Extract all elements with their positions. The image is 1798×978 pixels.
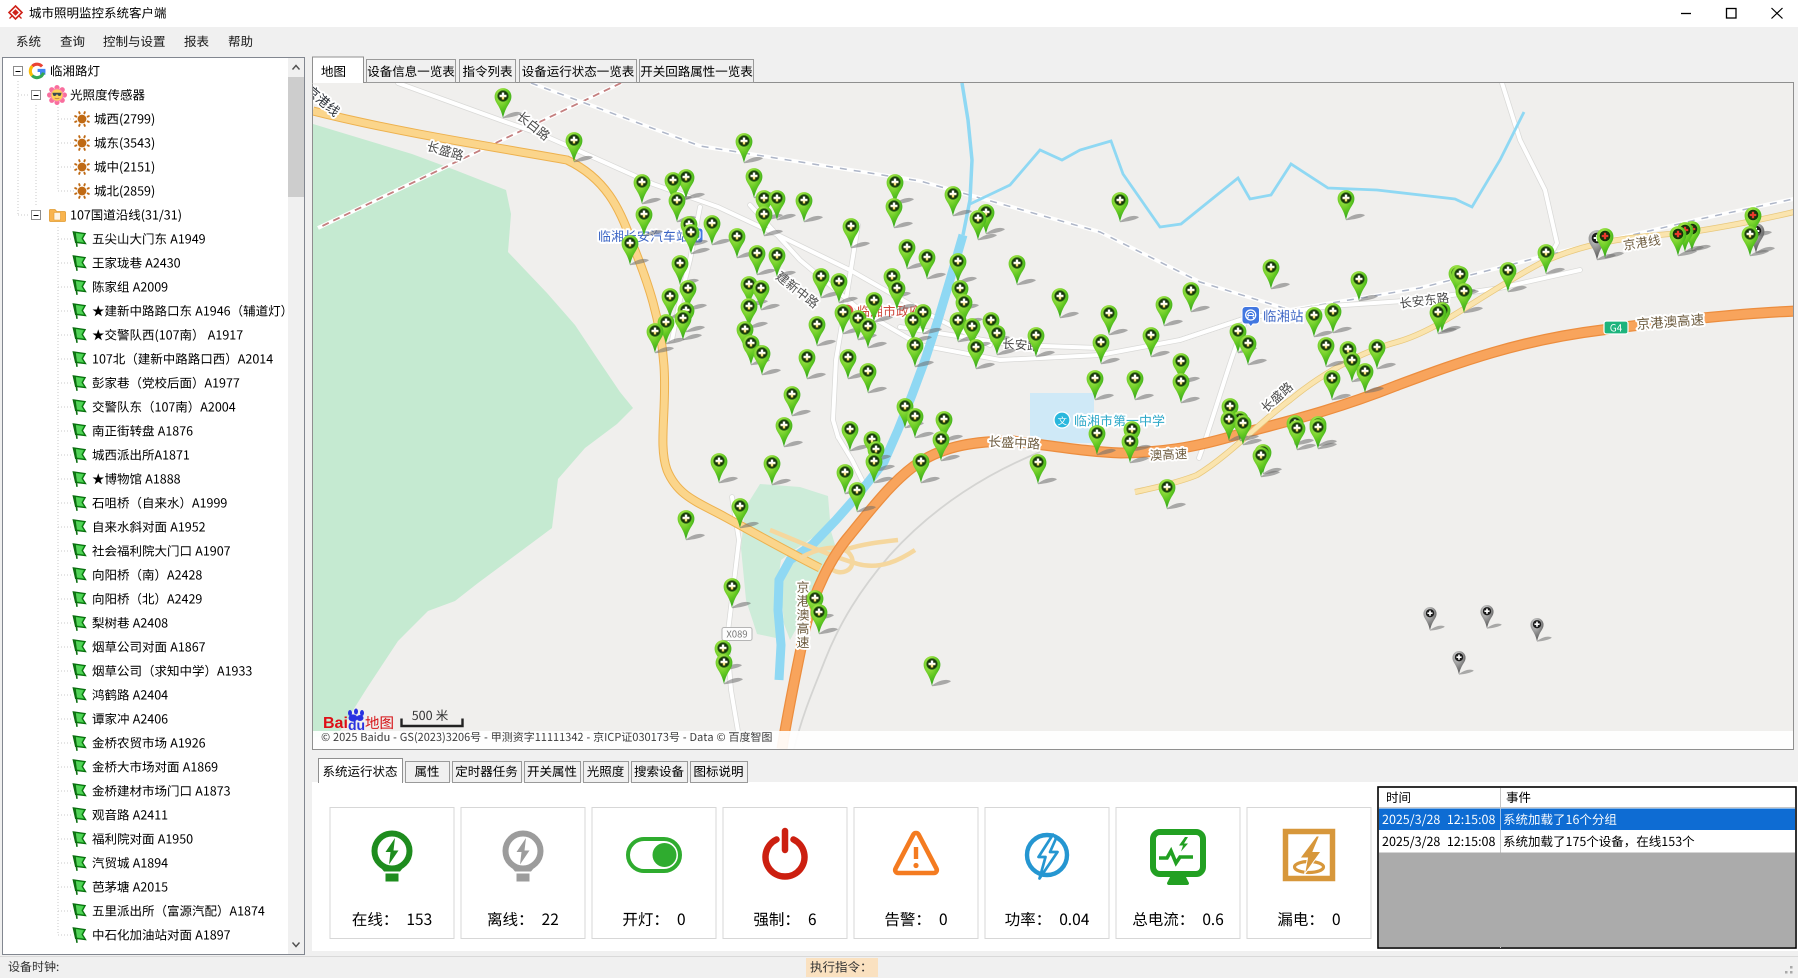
svg-text:Bai: Bai — [323, 715, 348, 732]
